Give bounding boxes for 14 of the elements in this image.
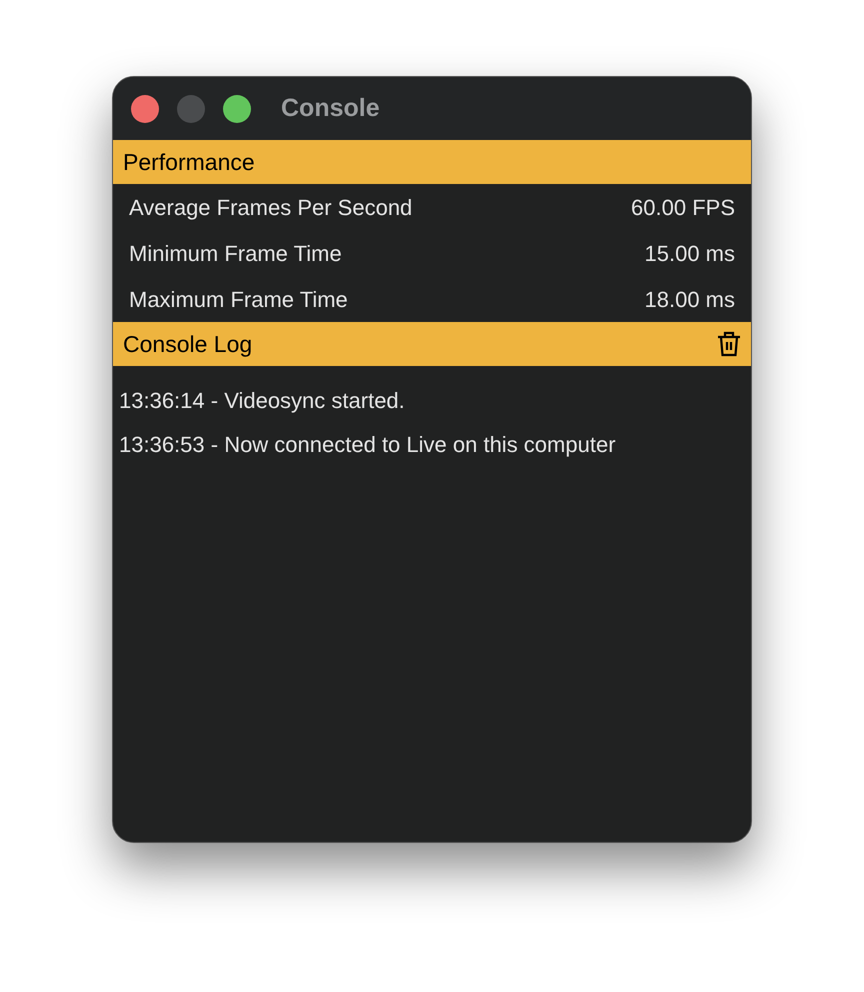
zoom-button[interactable] (223, 94, 251, 122)
window-title: Console (281, 92, 380, 124)
metric-label: Minimum Frame Time (129, 240, 342, 268)
metric-value: 15.00 ms (644, 240, 735, 268)
section-title: Console Log (123, 330, 252, 359)
trash-icon[interactable] (717, 331, 741, 357)
metric-label: Maximum Frame Time (129, 286, 348, 314)
metric-value: 60.00 FPS (631, 194, 735, 222)
log-line: 13:36:14 - Videosync started. (119, 386, 406, 415)
metric-label: Average Frames Per Second (129, 194, 412, 222)
close-button[interactable] (131, 94, 159, 122)
log-line: 13:36:53 - Now connected to Live on this computer (119, 430, 617, 459)
section-title: Performance (123, 148, 255, 177)
metric-value: 18.00 ms (644, 286, 735, 314)
